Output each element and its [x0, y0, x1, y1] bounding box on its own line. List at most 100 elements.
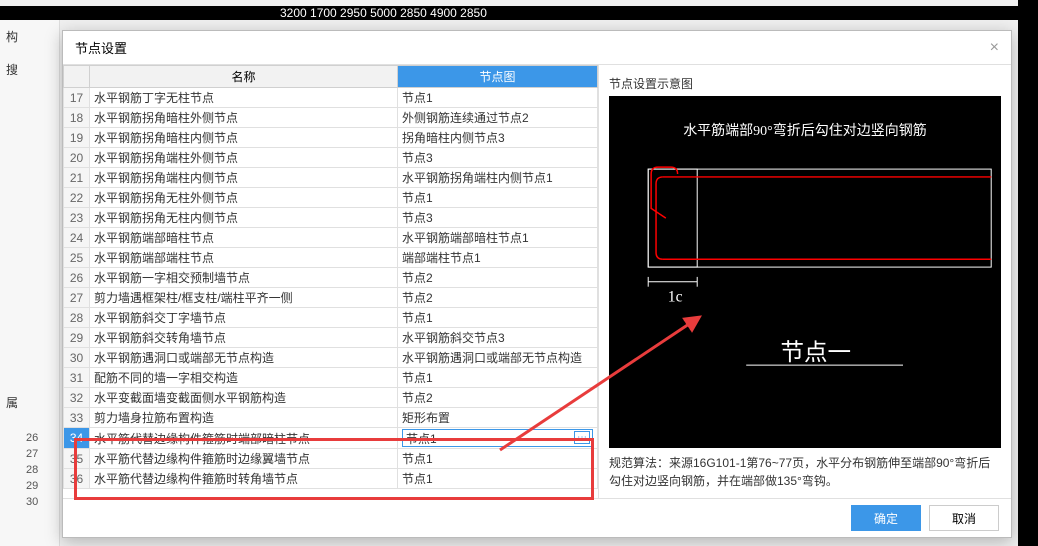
node-settings-dialog: 节点设置 × 名称 节点图 17水平钢筋丁字无柱节点节点118水平钢筋拐角暗柱外…	[62, 30, 1012, 538]
table-row[interactable]: 21水平钢筋拐角端柱内侧节点水平钢筋拐角端柱内侧节点1	[64, 168, 598, 188]
row-number: 21	[64, 168, 90, 188]
table-row[interactable]: 33剪力墙身拉筋布置构造矩形布置	[64, 408, 598, 428]
node-name-cell[interactable]: 水平钢筋斜交转角墙节点	[90, 328, 398, 348]
svg-text:1c: 1c	[668, 288, 683, 305]
node-value-cell[interactable]: 节点1	[398, 469, 598, 489]
row-number: 34	[64, 428, 90, 449]
node-value-input[interactable]: 节点1⋯	[402, 429, 593, 447]
node-value-cell[interactable]: 节点1	[398, 368, 598, 388]
row-number: 17	[64, 88, 90, 108]
node-value-cell[interactable]: 水平钢筋拐角端柱内侧节点1	[398, 168, 598, 188]
col-node[interactable]: 节点图	[398, 66, 598, 88]
rule-description: 规范算法：来源16G101-1第76~77页，水平分布钢筋伸至端部90°弯折后勾…	[609, 448, 1001, 490]
node-value-cell[interactable]: 节点1	[398, 88, 598, 108]
node-value-cell[interactable]: 节点1	[398, 308, 598, 328]
ok-button[interactable]: 确定	[851, 505, 921, 531]
node-name-cell[interactable]: 配筋不同的墙一字相交构造	[90, 368, 398, 388]
sidebar-label-2: 搜	[0, 53, 59, 86]
node-value-cell[interactable]: 节点2	[398, 268, 598, 288]
dialog-footer: 确定 取消	[63, 498, 1011, 537]
node-name-cell[interactable]: 剪力墙遇框架柱/框支柱/端柱平齐一侧	[90, 288, 398, 308]
table-row[interactable]: 36水平筋代替边缘构件箍筋时转角墙节点节点1	[64, 469, 598, 489]
node-name-cell[interactable]: 水平钢筋拐角暗柱外侧节点	[90, 108, 398, 128]
cad-ruler: 3200 1700 2950 5000 2850 4900 2850	[0, 6, 1038, 20]
node-name-cell[interactable]: 水平筋代替边缘构件箍筋时转角墙节点	[90, 469, 398, 489]
table-row[interactable]: 23水平钢筋拐角无柱内侧节点节点3	[64, 208, 598, 228]
table-row[interactable]: 26水平钢筋一字相交预制墙节点节点2	[64, 268, 598, 288]
row-number: 32	[64, 388, 90, 408]
sidebar-label-1: 构	[0, 20, 59, 53]
node-name-cell[interactable]: 水平钢筋斜交丁字墙节点	[90, 308, 398, 328]
node-value-cell[interactable]: 节点1	[398, 188, 598, 208]
row-number: 31	[64, 368, 90, 388]
close-icon[interactable]: ×	[990, 39, 999, 57]
table-row[interactable]: 20水平钢筋拐角端柱外侧节点节点3	[64, 148, 598, 168]
node-name-cell[interactable]: 水平钢筋拐角暗柱内侧节点	[90, 128, 398, 148]
node-value-cell[interactable]: 节点3	[398, 148, 598, 168]
diagram-svg: 1c 节点一	[609, 96, 1001, 448]
node-value-cell[interactable]: 节点1	[398, 449, 598, 469]
node-name-cell[interactable]: 水平钢筋一字相交预制墙节点	[90, 268, 398, 288]
table-row[interactable]: 18水平钢筋拐角暗柱外侧节点外侧钢筋连续通过节点2	[64, 108, 598, 128]
table-row[interactable]: 17水平钢筋丁字无柱节点节点1	[64, 88, 598, 108]
row-number: 30	[64, 348, 90, 368]
table-row[interactable]: 22水平钢筋拐角无柱外侧节点节点1	[64, 188, 598, 208]
table-row[interactable]: 34水平筋代替边缘构件箍筋时端部暗柱节点节点1⋯	[64, 428, 598, 449]
bg-row-numbers: 26 27 28 29 30	[26, 432, 38, 512]
node-name-cell[interactable]: 剪力墙身拉筋布置构造	[90, 408, 398, 428]
node-name-cell[interactable]: 水平钢筋拐角端柱内侧节点	[90, 168, 398, 188]
node-value-cell[interactable]: 水平钢筋斜交节点3	[398, 328, 598, 348]
row-number: 33	[64, 408, 90, 428]
node-name-cell[interactable]: 水平钢筋端部暗柱节点	[90, 228, 398, 248]
row-number: 27	[64, 288, 90, 308]
table-row[interactable]: 32水平变截面墙变截面侧水平钢筋构造节点2	[64, 388, 598, 408]
node-name-cell[interactable]: 水平钢筋丁字无柱节点	[90, 88, 398, 108]
table-row[interactable]: 27剪力墙遇框架柱/框支柱/端柱平齐一侧节点2	[64, 288, 598, 308]
node-name-cell[interactable]: 水平钢筋端部端柱节点	[90, 248, 398, 268]
row-number: 35	[64, 449, 90, 469]
sidebar-label-3: 属	[0, 386, 59, 419]
node-name-cell[interactable]: 水平钢筋遇洞口或端部无节点构造	[90, 348, 398, 368]
node-value-cell[interactable]: 节点3	[398, 208, 598, 228]
node-value-cell[interactable]: 节点1⋯	[398, 428, 598, 449]
node-value-cell[interactable]: 节点2	[398, 288, 598, 308]
node-table-panel: 名称 节点图 17水平钢筋丁字无柱节点节点118水平钢筋拐角暗柱外侧节点外侧钢筋…	[63, 65, 599, 498]
row-number: 23	[64, 208, 90, 228]
node-value-cell[interactable]: 水平钢筋端部暗柱节点1	[398, 228, 598, 248]
row-number: 22	[64, 188, 90, 208]
node-value-cell[interactable]: 水平钢筋遇洞口或端部无节点构造	[398, 348, 598, 368]
table-row[interactable]: 29水平钢筋斜交转角墙节点水平钢筋斜交节点3	[64, 328, 598, 348]
svg-text:节点一: 节点一	[781, 339, 852, 366]
node-name-cell[interactable]: 水平筋代替边缘构件箍筋时边缘翼墙节点	[90, 449, 398, 469]
table-row[interactable]: 24水平钢筋端部暗柱节点水平钢筋端部暗柱节点1	[64, 228, 598, 248]
node-name-cell[interactable]: 水平钢筋拐角无柱内侧节点	[90, 208, 398, 228]
preview-panel: 节点设置示意图 水平筋端部90°弯折后勾住对边竖向钢筋 1c 节点一	[599, 65, 1011, 498]
table-row[interactable]: 31配筋不同的墙一字相交构造节点1	[64, 368, 598, 388]
node-value-cell[interactable]: 拐角暗柱内侧节点3	[398, 128, 598, 148]
row-number: 18	[64, 108, 90, 128]
table-row[interactable]: 19水平钢筋拐角暗柱内侧节点拐角暗柱内侧节点3	[64, 128, 598, 148]
col-rownum	[64, 66, 90, 88]
node-value-cell[interactable]: 矩形布置	[398, 408, 598, 428]
col-name: 名称	[90, 66, 398, 88]
node-name-cell[interactable]: 水平筋代替边缘构件箍筋时端部暗柱节点	[90, 428, 398, 449]
node-value-cell[interactable]: 节点2	[398, 388, 598, 408]
table-row[interactable]: 30水平钢筋遇洞口或端部无节点构造水平钢筋遇洞口或端部无节点构造	[64, 348, 598, 368]
table-row[interactable]: 25水平钢筋端部端柱节点端部端柱节点1	[64, 248, 598, 268]
row-number: 19	[64, 128, 90, 148]
cancel-button[interactable]: 取消	[929, 505, 999, 531]
node-name-cell[interactable]: 水平钢筋拐角端柱外侧节点	[90, 148, 398, 168]
row-number: 20	[64, 148, 90, 168]
table-row[interactable]: 35水平筋代替边缘构件箍筋时边缘翼墙节点节点1	[64, 449, 598, 469]
table-row[interactable]: 28水平钢筋斜交丁字墙节点节点1	[64, 308, 598, 328]
node-name-cell[interactable]: 水平钢筋拐角无柱外侧节点	[90, 188, 398, 208]
node-value-cell[interactable]: 外侧钢筋连续通过节点2	[398, 108, 598, 128]
row-number: 28	[64, 308, 90, 328]
row-number: 25	[64, 248, 90, 268]
row-number: 29	[64, 328, 90, 348]
node-value-cell[interactable]: 端部端柱节点1	[398, 248, 598, 268]
node-table: 名称 节点图 17水平钢筋丁字无柱节点节点118水平钢筋拐角暗柱外侧节点外侧钢筋…	[63, 65, 598, 489]
row-number: 26	[64, 268, 90, 288]
dropdown-icon[interactable]: ⋯	[574, 431, 590, 444]
node-name-cell[interactable]: 水平变截面墙变截面侧水平钢筋构造	[90, 388, 398, 408]
